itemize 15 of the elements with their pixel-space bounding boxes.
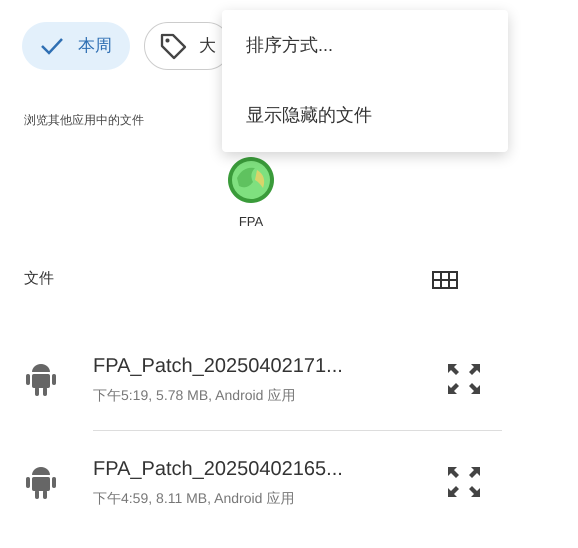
filter-chip[interactable]: 本周 bbox=[22, 22, 130, 70]
file-name: FPA_Patch_20250402165... bbox=[93, 457, 344, 482]
menu-item[interactable]: 显示隐藏的文件 bbox=[222, 80, 508, 150]
file-name: FPA_Patch_20250402171... bbox=[93, 354, 344, 379]
file-details: 下午5:19, 5.78 MB, Android 应用 bbox=[93, 386, 296, 405]
section-heading: 文件 bbox=[24, 269, 54, 290]
expand-icon[interactable] bbox=[446, 464, 482, 498]
file-details: 下午4:59, 8.11 MB, Android 应用 bbox=[93, 489, 296, 508]
app-label: FPA bbox=[238, 213, 264, 231]
app-icon[interactable] bbox=[227, 156, 275, 204]
tag-icon bbox=[159, 32, 187, 60]
check-icon bbox=[40, 36, 64, 56]
expand-icon[interactable] bbox=[446, 362, 482, 396]
grid-view-icon[interactable] bbox=[432, 270, 458, 288]
section-heading: 浏览其他应用中的文件 bbox=[24, 113, 144, 127]
